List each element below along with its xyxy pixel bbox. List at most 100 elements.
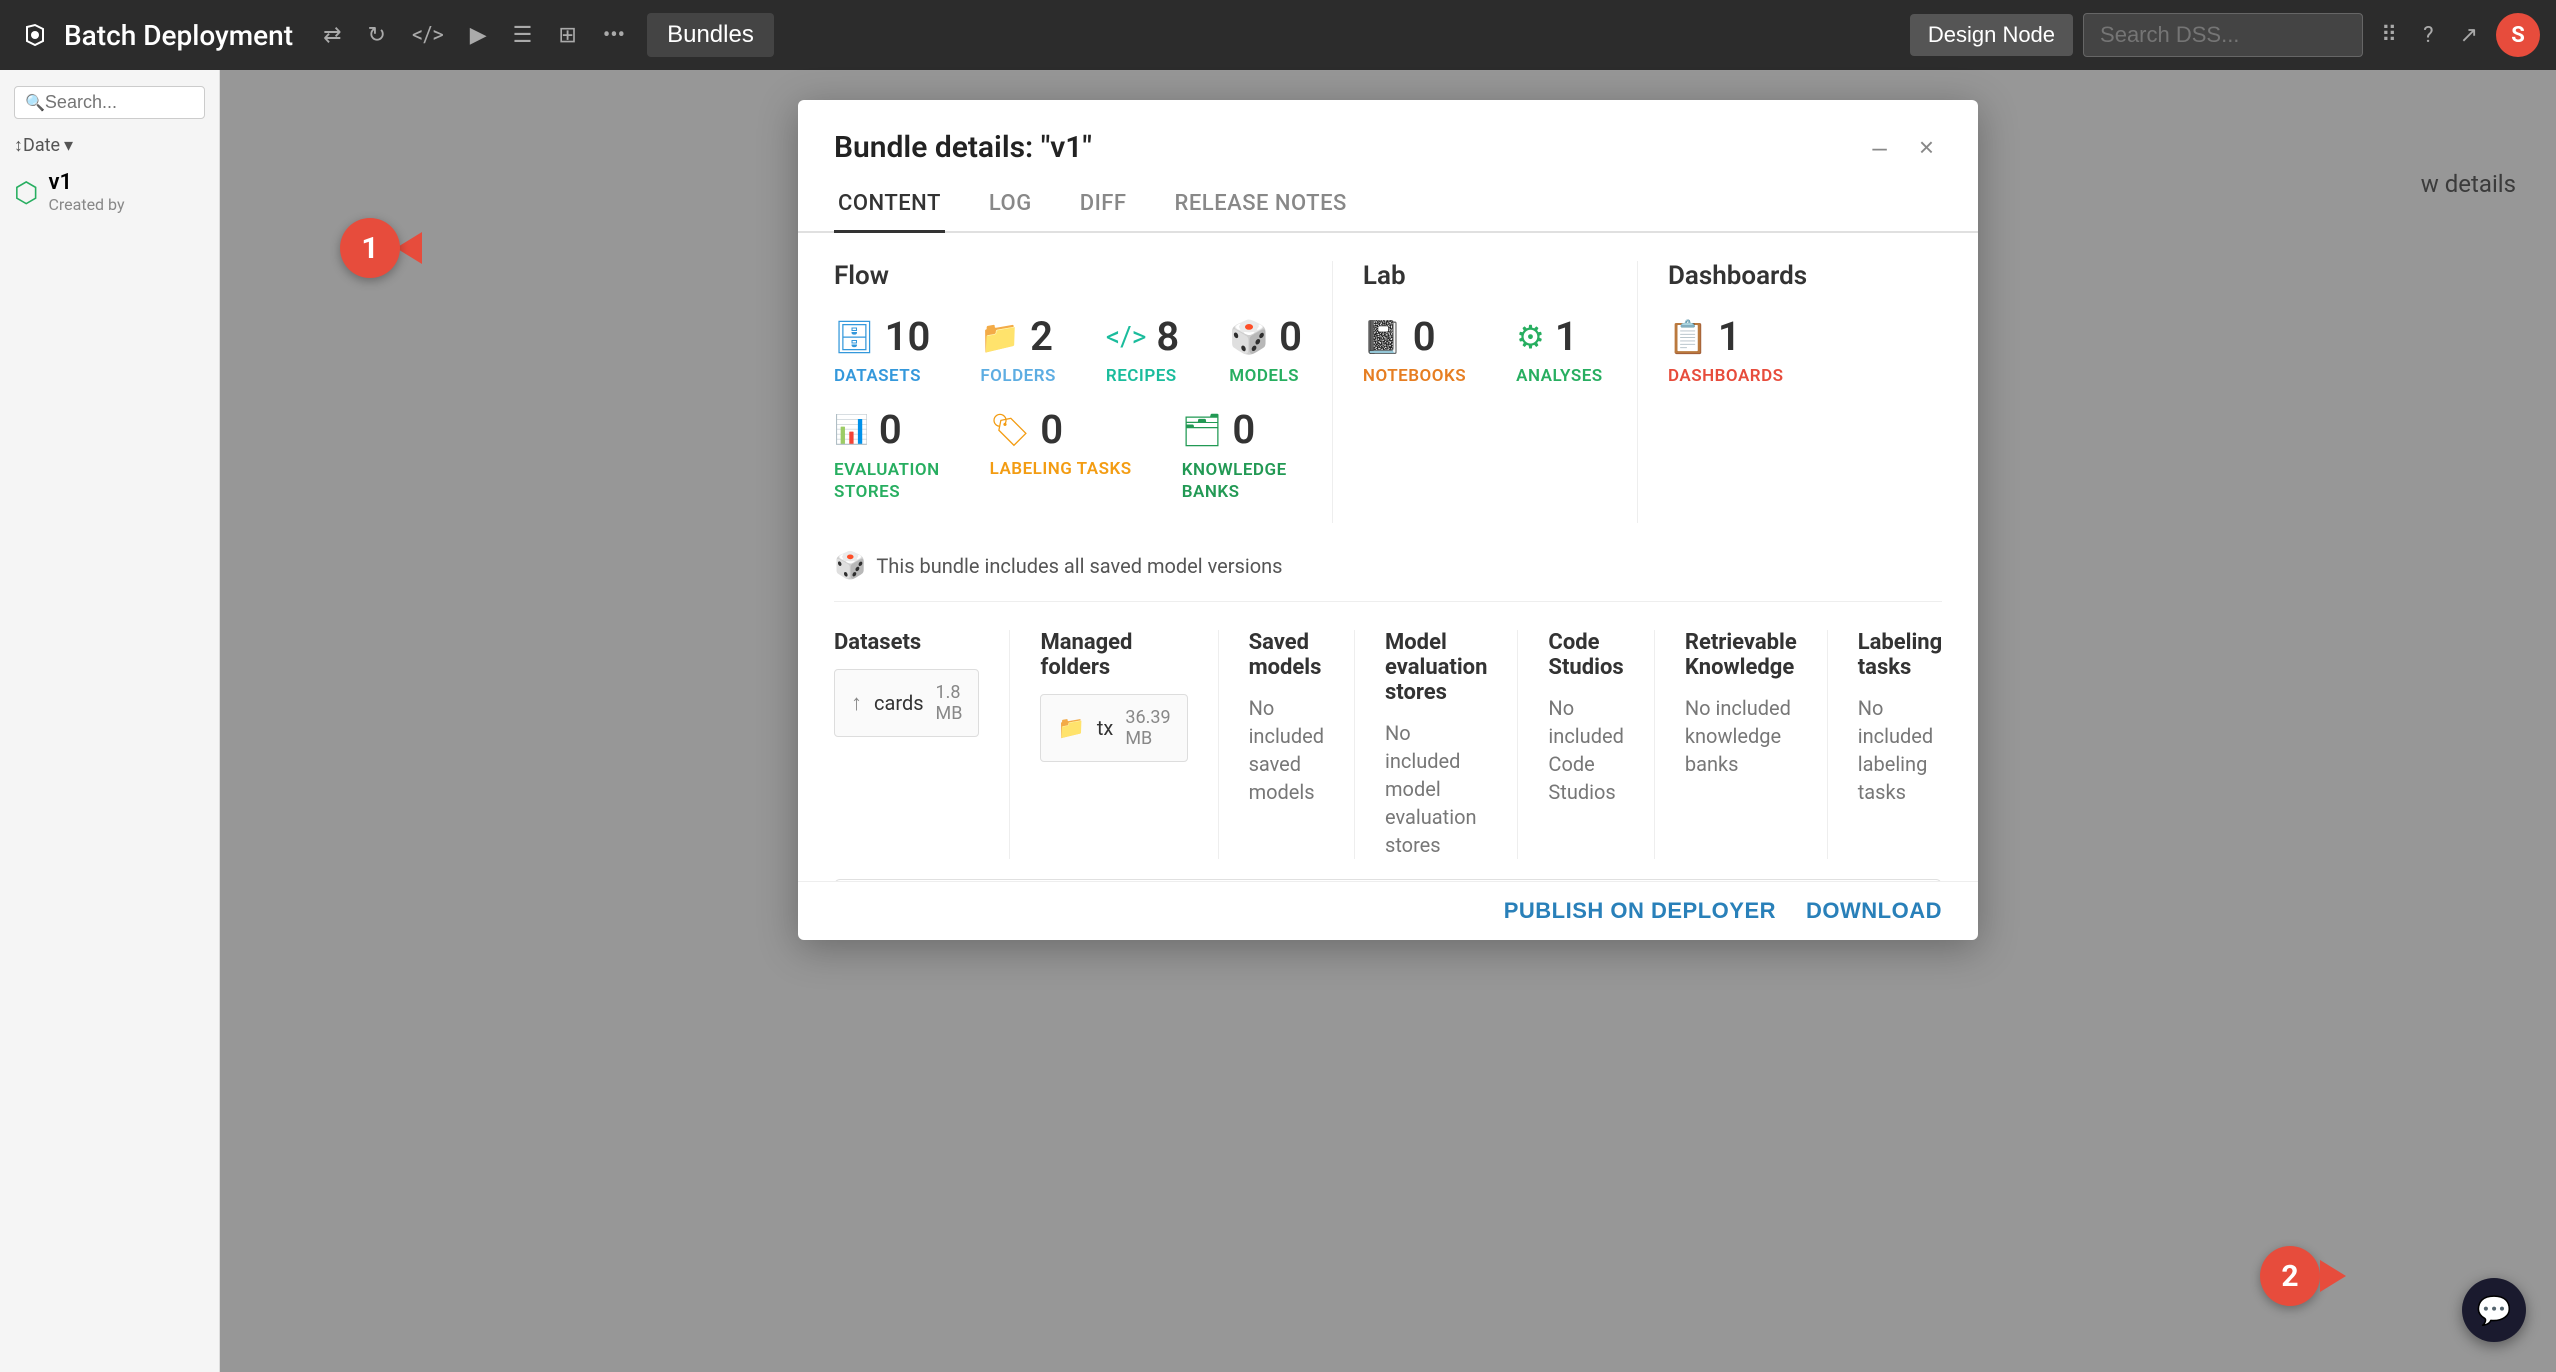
modal-overlay: Bundle details: "v1" – × CONTENT LOG DIF…: [220, 70, 2556, 1372]
sidebar-search-box[interactable]: 🔍: [14, 86, 205, 119]
lab-section: Lab 📓 0 NOTEBOOKS: [1332, 261, 1637, 523]
stat-notebooks: 📓 0 NOTEBOOKS: [1363, 313, 1466, 386]
flow-stats-row-2: 📊 0 EVALUATIONSTORES 🏷 0: [834, 406, 1302, 503]
eval-stores-empty: No included model evaluation stores: [1385, 719, 1487, 859]
publish-deployer-button[interactable]: PUBLISH ON DEPLOYER: [1504, 898, 1776, 924]
saved-models-col: Saved models No included saved models: [1218, 630, 1354, 859]
dashboards-icon: 📋: [1668, 318, 1708, 356]
models-note-icon: 🎲: [834, 551, 866, 581]
labeling-col-title: Labeling tasks: [1858, 630, 1942, 680]
code-studios-col: Code Studios No included Code Studios: [1517, 630, 1653, 859]
external-link-icon[interactable]: ↗: [2452, 15, 2486, 56]
bundle-icon: ⬡: [14, 176, 38, 209]
share-icon[interactable]: ⇄: [315, 15, 349, 56]
eval-stores-label: EVALUATIONSTORES: [834, 459, 940, 503]
lab-stats-row: 📓 0 NOTEBOOKS ⚙ 1: [1363, 313, 1607, 386]
eval-stores-col-title: Model evaluation stores: [1385, 630, 1487, 705]
modal-body: Flow 🗄 10 DATASETS: [798, 233, 1978, 881]
modal-dialog: Bundle details: "v1" – × CONTENT LOG DIF…: [798, 100, 1978, 940]
dataset-size-cards: 1.8 MB: [936, 682, 963, 724]
avatar[interactable]: S: [2496, 13, 2540, 57]
knowledge-col-title: Retrievable Knowledge: [1685, 630, 1797, 680]
download-button[interactable]: DOWNLOAD: [1806, 898, 1942, 924]
lab-title: Lab: [1363, 261, 1607, 291]
models-icon: 🎲: [1229, 318, 1269, 356]
stat-recipes: </> 8 RECIPES: [1106, 313, 1179, 386]
dataset-name-cards: cards: [874, 691, 924, 715]
annotation-badge-1: 1: [340, 218, 400, 278]
datasets-label: DATASETS: [834, 366, 921, 386]
stat-folders: 📁 2 FOLDERS: [980, 313, 1056, 386]
tab-release-notes[interactable]: RELEASE NOTES: [1171, 177, 1351, 233]
bundles-button[interactable]: Bundles: [647, 13, 774, 57]
folder-size-tx: 36.39 MB: [1125, 707, 1170, 749]
data-section: Datasets ↑ cards 1.8 MB Managed folders: [834, 630, 1942, 859]
refresh-icon[interactable]: ↻: [360, 15, 394, 56]
datasets-icon: 🗄: [834, 318, 875, 356]
chat-button[interactable]: 💬: [2462, 1278, 2526, 1342]
eval-stores-count: 0: [879, 406, 902, 453]
bundle-sub: Created by: [48, 195, 124, 214]
dataset-item-cards: ↑ cards 1.8 MB: [834, 669, 979, 737]
folders-label: FOLDERS: [980, 366, 1056, 386]
models-count: 0: [1279, 313, 1302, 360]
stats-three-col: Flow 🗄 10 DATASETS: [834, 261, 1942, 523]
models-label: MODELS: [1229, 366, 1299, 386]
apps-grid-icon[interactable]: ⠿: [2373, 15, 2405, 56]
dashboards-label: DASHBOARDS: [1668, 366, 1784, 386]
labeling-tasks-label: LABELING TASKS: [990, 459, 1132, 479]
top-nav: Batch Deployment ⇄ ↻ </> ▶ ☰ ⊞ ••• Bundl…: [0, 0, 2556, 70]
sidebar-search-input[interactable]: [45, 92, 194, 113]
dashboards-count: 1: [1718, 313, 1741, 360]
design-node-button[interactable]: Design Node: [1910, 14, 2073, 56]
stat-analyses: ⚙ 1 ANALYSES: [1516, 313, 1603, 386]
stat-datasets: 🗄 10 DATASETS: [834, 313, 930, 386]
code-studios-empty: No included Code Studios: [1548, 694, 1623, 806]
code-studios-col-title: Code Studios: [1548, 630, 1623, 680]
modal-footer: PUBLISH ON DEPLOYER DOWNLOAD: [798, 881, 1978, 940]
folders-col: Managed folders 📁 tx 36.39 MB: [1009, 630, 1217, 859]
labeling-tasks-icon: 🏷: [990, 411, 1031, 449]
tab-log[interactable]: LOG: [985, 177, 1036, 233]
modal-tabs: CONTENT LOG DIFF RELEASE NOTES: [798, 177, 1978, 233]
upload-icon: ↑: [851, 690, 862, 716]
help-icon[interactable]: ?: [2415, 15, 2441, 56]
dashboards-section: Dashboards 📋 1 DASHBOARDS: [1637, 261, 1942, 523]
labeling-empty: No included labeling tasks: [1858, 694, 1942, 806]
knowledge-banks-count: 0: [1232, 406, 1255, 453]
sidebar-filter-row[interactable]: ↕ Date ▾: [0, 131, 219, 160]
app-logo[interactable]: [16, 16, 54, 54]
stat-knowledge-banks: 🗂 0 KNOWLEDGEBANKS: [1182, 406, 1287, 503]
play-icon[interactable]: ▶: [462, 15, 495, 56]
grid-icon[interactable]: ⊞: [550, 15, 584, 56]
tab-diff[interactable]: DIFF: [1076, 177, 1131, 233]
flow-stats-row-1: 🗄 10 DATASETS 📁 2: [834, 313, 1302, 386]
modal-close-button[interactable]: ×: [1911, 128, 1942, 167]
tab-content[interactable]: CONTENT: [834, 177, 945, 233]
eval-stores-col: Model evaluation stores No included mode…: [1354, 630, 1517, 859]
notebooks-label: NOTEBOOKS: [1363, 366, 1466, 386]
badge-2-container: 2: [2260, 1246, 2346, 1306]
modal-minimize-button[interactable]: –: [1864, 128, 1894, 167]
page-area: w details 1 Bundle details: "v1" – × CON…: [220, 70, 2556, 1372]
labeling-tasks-count: 0: [1040, 406, 1063, 453]
sidebar-item-v1[interactable]: ⬡ v1 Created by: [0, 160, 219, 224]
analyses-label: ANALYSES: [1516, 366, 1603, 386]
more-icon[interactable]: •••: [595, 15, 633, 56]
stat-dashboards: 📋 1 DASHBOARDS: [1668, 313, 1784, 386]
saved-models-col-title: Saved models: [1249, 630, 1324, 680]
search-input[interactable]: [2083, 13, 2363, 57]
nav-right-icons: ⠿ ? ↗ S: [2373, 13, 2540, 57]
badge-2-arrow: [2320, 1260, 2346, 1292]
deploy-icon[interactable]: ☰: [505, 15, 541, 56]
search-icon: 🔍: [25, 93, 45, 112]
filter-chevron-icon: ▾: [64, 135, 73, 156]
labeling-col: Labeling tasks No included labeling task…: [1827, 630, 1972, 859]
main-area: 🔍 ↕ Date ▾ ⬡ v1 Created by w details 1: [0, 70, 2556, 1372]
bundle-label: v1: [48, 170, 124, 195]
code-icon[interactable]: </>: [404, 15, 452, 56]
flow-section: Flow 🗄 10 DATASETS: [834, 261, 1332, 523]
app-title: Batch Deployment: [64, 19, 293, 52]
chat-icon: 💬: [2477, 1294, 2512, 1327]
folders-count: 2: [1030, 313, 1053, 360]
